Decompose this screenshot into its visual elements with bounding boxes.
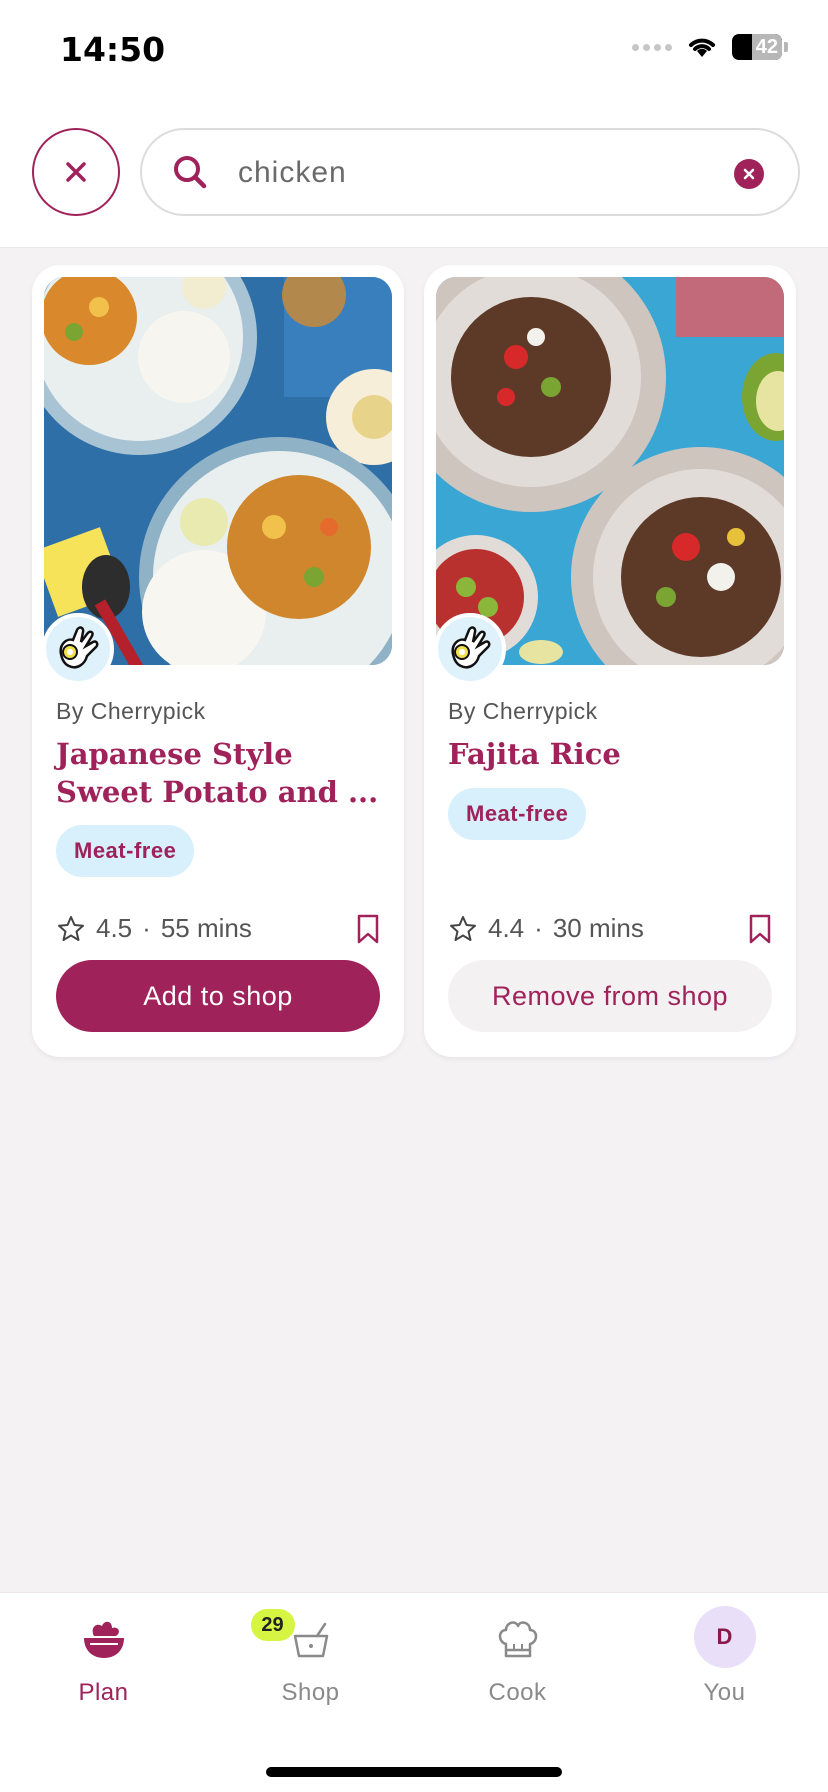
ok-hand-icon	[42, 613, 114, 685]
add-to-shop-button[interactable]: Add to shop	[56, 960, 380, 1032]
home-indicator	[266, 1767, 562, 1777]
recipe-author: By Cherrypick	[448, 698, 598, 724]
recipe-card[interactable]: By Cherrypick Fajita Rice Meat-free 4.4 …	[424, 265, 796, 1057]
recipe-rating: 4.4	[488, 913, 525, 943]
recipe-card[interactable]: By Cherrypick Japanese Style Sweet Potat…	[32, 265, 404, 1057]
star-icon	[450, 915, 476, 941]
tab-plan[interactable]: Plan	[0, 1593, 207, 1733]
recipe-time: 30 mins	[552, 913, 644, 943]
clear-search-button[interactable]	[734, 159, 764, 189]
tab-shop[interactable]: 29 Shop	[207, 1593, 414, 1733]
wifi-icon	[689, 38, 715, 57]
recipe-results: By Cherrypick Japanese Style Sweet Potat…	[32, 265, 798, 1057]
recipe-meta: 4.5 · 55 mins	[56, 913, 252, 944]
status-bar: 14:50 42	[0, 0, 828, 100]
status-indicators: 42	[632, 34, 788, 60]
clear-icon	[743, 168, 755, 180]
recipe-image	[436, 277, 784, 665]
tab-label: Plan	[78, 1679, 129, 1706]
profile-avatar: D	[693, 1606, 756, 1668]
bookmark-icon[interactable]	[356, 913, 380, 945]
close-icon	[66, 162, 86, 182]
recipe-rating: 4.5	[96, 913, 133, 943]
search-input[interactable]	[238, 150, 718, 196]
tab-label: Shop	[281, 1679, 340, 1706]
remove-from-shop-button[interactable]: Remove from shop	[448, 960, 772, 1032]
meta-separator: ·	[534, 913, 543, 943]
shop-count-badge: 29	[250, 1609, 295, 1641]
close-search-button[interactable]	[32, 128, 120, 216]
avatar: D	[693, 1606, 756, 1668]
bottom-tab-bar: Plan 29 Shop Cook D You	[0, 1592, 828, 1792]
search-icon	[174, 156, 207, 189]
recipe-author: By Cherrypick	[56, 698, 206, 724]
salad-bowl-icon	[82, 1615, 126, 1665]
recipe-title[interactable]: Japanese Style Sweet Potato and ...	[56, 735, 386, 811]
tab-cook[interactable]: Cook	[414, 1593, 621, 1733]
star-icon	[58, 915, 84, 941]
meta-separator: ·	[142, 913, 151, 943]
recipe-title[interactable]: Fajita Rice	[448, 735, 778, 773]
bookmark-icon[interactable]	[748, 913, 772, 945]
tab-label: Cook	[488, 1679, 547, 1706]
recipe-meta: 4.4 · 30 mins	[448, 913, 644, 944]
recipe-time: 55 mins	[160, 913, 252, 943]
diet-tag: Meat-free	[56, 825, 195, 877]
search-header	[0, 100, 828, 248]
ok-hand-icon	[434, 613, 506, 685]
tab-you[interactable]: D You	[621, 1593, 828, 1733]
cellular-signal-icon	[632, 43, 672, 51]
diet-tag: Meat-free	[448, 788, 587, 840]
basket-icon: 29	[250, 1609, 333, 1665]
chef-hat-icon	[496, 1615, 540, 1665]
search-box[interactable]	[140, 128, 800, 216]
status-time: 14:50	[60, 30, 166, 69]
recipe-image	[44, 277, 392, 665]
tab-label: You	[703, 1679, 746, 1706]
battery-icon: 42	[732, 34, 788, 60]
